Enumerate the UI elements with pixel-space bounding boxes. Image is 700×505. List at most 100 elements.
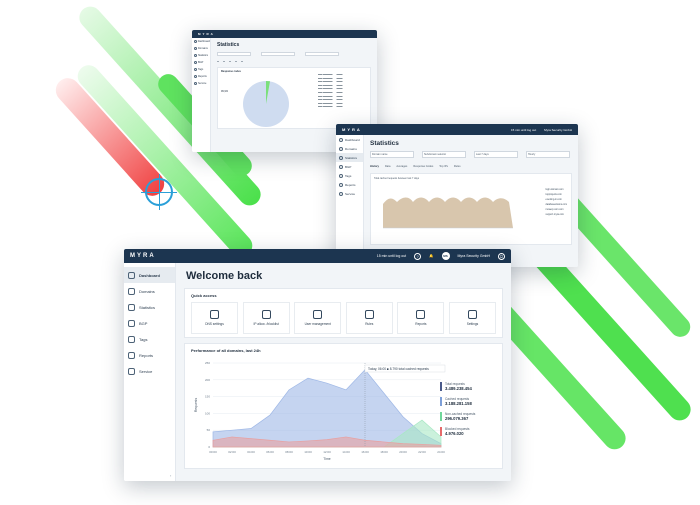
- tab[interactable]: Averages: [396, 165, 407, 168]
- y-tick-label: 100: [205, 411, 210, 415]
- bell-icon[interactable]: 🔔: [429, 254, 433, 258]
- sidebar: Dashboard Domains Statistics BGP Tags Re…: [192, 38, 211, 152]
- sidebar-item[interactable]: Dashboard: [192, 38, 210, 45]
- x-tick-label: 16:00: [361, 450, 369, 454]
- y-tick-label: 200: [205, 378, 210, 382]
- session-timer: 15 min until log out: [510, 127, 537, 132]
- settings-icon: [467, 310, 477, 319]
- reports-icon: [194, 75, 197, 78]
- x-tick-label: 00:00: [209, 450, 217, 454]
- filter-range[interactable]: Last 7 days: [474, 151, 518, 158]
- filter-field[interactable]: [261, 51, 295, 56]
- reports-icon: [128, 351, 135, 359]
- sidebar-item[interactable]: Statistics: [192, 52, 210, 59]
- bgp-icon: [194, 61, 197, 64]
- domains-icon: [339, 146, 343, 151]
- tab[interactable]: History: [370, 165, 379, 168]
- service-icon: [128, 367, 135, 375]
- y-tick-label: 0: [208, 445, 210, 449]
- y-tick-label: 250: [205, 361, 210, 365]
- stats-list: Total requests 3.489.238.454 Cached reque…: [440, 382, 496, 442]
- sidebar-item[interactable]: Tags: [336, 171, 363, 180]
- filter-interval[interactable]: Hourly: [526, 151, 570, 158]
- org-name[interactable]: Myra Security GmbH: [544, 128, 572, 132]
- quick-access-settings[interactable]: Settings: [448, 302, 496, 334]
- quick-access-ip-list[interactable]: IP allow- /blocklist: [242, 302, 290, 334]
- tabs: ▬ ▬ ▬ ▬ ▬: [217, 61, 243, 63]
- filter-field[interactable]: [217, 51, 251, 56]
- quick-access-user-management[interactable]: User management: [294, 302, 342, 334]
- filter-domain[interactable]: Domain name: [370, 151, 414, 158]
- tab[interactable]: Response Codes: [413, 165, 433, 168]
- sidebar-item-dashboard[interactable]: Dashboard: [124, 267, 175, 283]
- history-chart: [383, 197, 513, 229]
- crosshair-icon: [141, 174, 177, 210]
- sidebar-item[interactable]: Domains: [192, 45, 210, 52]
- reports-icon: [416, 310, 426, 319]
- y-tick-label: 50: [207, 428, 211, 432]
- help-icon[interactable]: ?: [414, 252, 422, 260]
- bgp-icon: [128, 319, 135, 327]
- logout-icon[interactable]: ⏻: [498, 252, 505, 260]
- sidebar-item-bgp[interactable]: BGP: [124, 315, 175, 331]
- tab[interactable]: Data: [385, 165, 390, 168]
- quick-access-row: DNS settings IP allow- /blocklist User m…: [191, 302, 496, 334]
- content: Welcome back Quick access DNS settings I…: [176, 263, 511, 481]
- x-tick-label: 14:00: [342, 450, 350, 454]
- sidebar: Dashboard Domains Statistics BGP Tags Re…: [124, 263, 176, 481]
- page-title: Statistics: [370, 140, 399, 147]
- dashboard-window: MYRA 15 min until log out ? 🔔 MS Myra Se…: [124, 249, 511, 481]
- bgp-icon: [339, 164, 343, 169]
- sidebar-item[interactable]: Reports: [336, 180, 363, 189]
- x-tick-label: 10:00: [304, 450, 312, 454]
- session-timer: 15 min until log out: [376, 254, 407, 258]
- org-name[interactable]: Myra Security GmbH: [458, 254, 490, 258]
- x-tick-label: 22:00: [418, 450, 426, 454]
- sidebar-item[interactable]: Service: [336, 189, 363, 198]
- sidebar-item[interactable]: BGP: [192, 59, 210, 66]
- tab[interactable]: Top IPs: [439, 165, 448, 168]
- sidebar-item[interactable]: Dashboard: [336, 135, 363, 144]
- ip-list-icon: [261, 310, 271, 319]
- filter-field[interactable]: [305, 51, 339, 56]
- logo: MYRA: [198, 32, 215, 36]
- chart-legend: login.domain.com topprojects.com eventing-…: [545, 189, 567, 216]
- statistics-icon: [339, 155, 343, 160]
- tags-icon: [128, 335, 135, 343]
- sidebar-item[interactable]: Service: [192, 80, 210, 87]
- quick-access-rules[interactable]: Rules: [345, 302, 393, 334]
- sidebar-item[interactable]: Reports: [192, 73, 210, 80]
- tab[interactable]: Rules: [454, 165, 461, 168]
- collapse-sidebar-icon[interactable]: ‹: [170, 473, 171, 478]
- ratio-label: 99,9%: [221, 90, 229, 93]
- users-icon: [313, 310, 323, 319]
- performance-title: Performance of all domains, last 24h: [191, 348, 261, 353]
- sidebar-item[interactable]: Statistics: [336, 153, 363, 162]
- x-tick-label: 24:00: [437, 450, 445, 454]
- x-axis-label: Time: [323, 457, 331, 461]
- chart-title: Total cached requests between last 7 day…: [374, 177, 420, 180]
- dns-icon: [210, 310, 219, 319]
- sidebar-item-statistics[interactable]: Statistics: [124, 299, 175, 315]
- response-codes-panel: Response codes 99,9% ▬▬ ▬▬▬▬▬ ▬▬▬ ▬▬ ▬▬▬▬…: [217, 67, 371, 129]
- service-icon: [194, 82, 197, 85]
- quick-access-title: Quick access: [191, 293, 217, 298]
- filter-subdomain[interactable]: Subdomain selector: [422, 151, 466, 158]
- dashboard-icon: [339, 137, 343, 142]
- logo: MYRA: [342, 127, 362, 132]
- sidebar-item[interactable]: BGP: [336, 162, 363, 171]
- sidebar-item-service[interactable]: Service: [124, 363, 175, 379]
- quick-access-dns-settings[interactable]: DNS settings: [191, 302, 238, 334]
- sidebar-item-reports[interactable]: Reports: [124, 347, 175, 363]
- y-axis-label: Requests: [194, 398, 198, 413]
- sidebar-item[interactable]: Domains: [336, 144, 363, 153]
- quick-access-reports[interactable]: Reports: [397, 302, 445, 334]
- avatar[interactable]: MS: [441, 252, 450, 260]
- history-panel: Total cached requests between last 7 day…: [370, 173, 572, 245]
- sidebar-item[interactable]: Tags: [192, 66, 210, 73]
- sidebar-item-domains[interactable]: Domains: [124, 283, 175, 299]
- sidebar-item-tags[interactable]: Tags: [124, 331, 175, 347]
- statistics-icon: [194, 54, 197, 57]
- x-tick-label: 12:00: [323, 450, 331, 454]
- filters: Domain name Subdomain selector Last 7 da…: [364, 147, 578, 162]
